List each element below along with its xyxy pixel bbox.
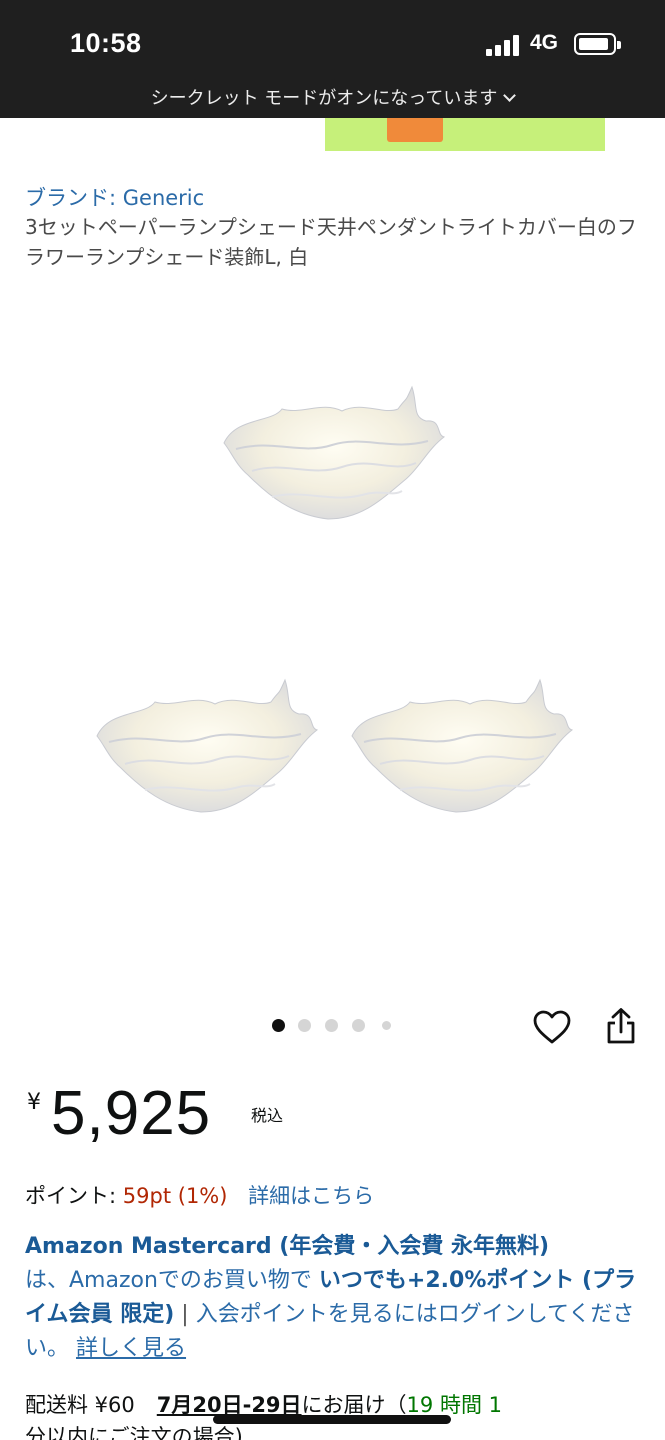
carousel-dot[interactable]: [352, 1019, 365, 1032]
delivery-suffix: にお届け（: [301, 1393, 407, 1417]
card-promo[interactable]: Amazon Mastercard (年会費・入会費 永年無料) は、Amazo…: [25, 1230, 637, 1366]
card-promo-text1: は、Amazonでのお買い物で: [25, 1268, 312, 1293]
points-label: ポイント:: [25, 1184, 117, 1208]
carousel-dot[interactable]: [272, 1019, 285, 1032]
network-type: 4G: [530, 31, 559, 54]
lamp-shades-illustration: [96, 385, 574, 813]
product-image[interactable]: [0, 290, 665, 1000]
card-promo-title[interactable]: Amazon Mastercard (年会費・入会費 永年無料): [25, 1234, 549, 1259]
status-bar: 10:58 4G シークレット モードがオンになっています: [0, 0, 665, 118]
shipping-line2: 分以内にご注文の場合): [25, 1425, 243, 1440]
incognito-label: シークレット モードがオンになっています: [150, 88, 498, 109]
carousel-dot[interactable]: [325, 1019, 338, 1032]
heart-icon[interactable]: [532, 1008, 572, 1048]
signal-icon: [486, 34, 522, 56]
home-indicator[interactable]: [213, 1415, 451, 1424]
card-promo-link[interactable]: 詳しく見る: [76, 1336, 186, 1361]
chevron-down-icon: [503, 89, 517, 102]
points-details-link[interactable]: 詳細はこちら: [248, 1184, 374, 1208]
points-value: 59pt: [122, 1184, 172, 1208]
carousel-dot[interactable]: [382, 1021, 391, 1030]
currency-symbol: ¥: [27, 1090, 41, 1115]
brand-link[interactable]: ブランド: Generic: [25, 182, 204, 212]
incognito-notice[interactable]: シークレット モードがオンになっています: [0, 84, 665, 110]
order-countdown: 19 時間 1: [406, 1393, 502, 1417]
product-title: 3セットペーパーランプシェード天井ペンダントライトカバー白のフラワーランプシェー…: [25, 215, 637, 269]
banner-box-graphic: [387, 118, 443, 142]
tax-label: 税込: [251, 1106, 284, 1125]
share-icon[interactable]: [600, 1006, 642, 1048]
status-time: 10:58: [70, 28, 142, 58]
promo-banner[interactable]: [325, 118, 605, 151]
card-promo-separator: |: [181, 1302, 189, 1327]
shipping-fee: 配送料 ¥60: [25, 1393, 135, 1417]
delivery-date: 7月20日-29日: [156, 1393, 302, 1417]
carousel-dot[interactable]: [298, 1019, 311, 1032]
points-percent: (1%): [177, 1184, 228, 1208]
points-row: ポイント: 59pt (1%) 詳細はこちら: [25, 1180, 374, 1210]
battery-icon: [574, 33, 621, 55]
price-amount: 5,925: [51, 1079, 212, 1148]
